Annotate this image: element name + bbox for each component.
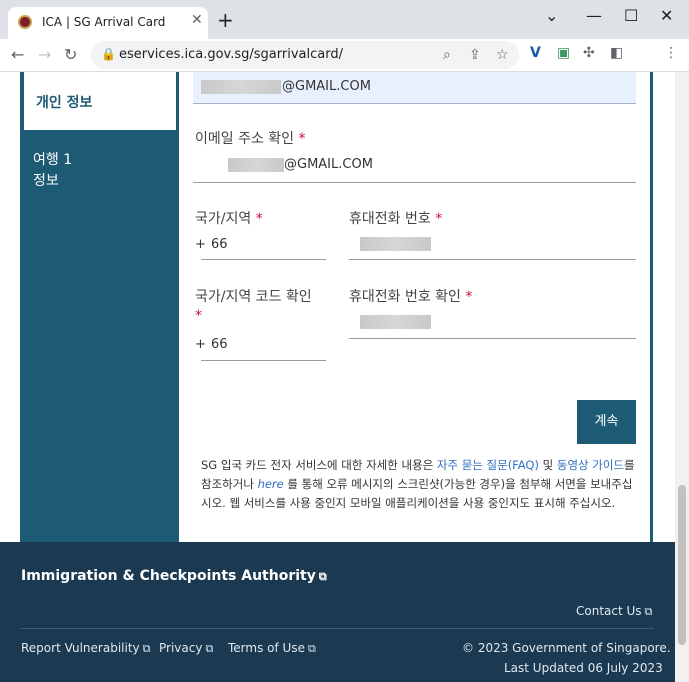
extensions-puzzle-icon[interactable]: ✣ — [583, 45, 595, 61]
email-value: @GMAIL.COM — [282, 79, 371, 94]
close-window-icon[interactable]: ✕ — [660, 6, 673, 25]
authority-link[interactable]: Immigration & Checkpoints Authority ⧉ — [21, 568, 327, 584]
tab-search-icon[interactable]: ⌄ — [545, 6, 558, 25]
scrollbar-thumb[interactable] — [678, 485, 686, 645]
zoom-icon[interactable]: ⌕ — [443, 47, 451, 63]
page-viewport: 개인 정보 여행 1 정보 @GMAIL.COM 이메일 주소 확인 * @GM… — [0, 72, 675, 682]
privacy-link[interactable]: Privacy ⧉ — [159, 641, 213, 656]
tab-title: ICA | SG Arrival Card — [42, 15, 166, 29]
confirm-email-value: @GMAIL.COM — [284, 157, 373, 172]
help-text-part: SG 입국 카드 전자 서비스에 대한 자세한 내용은 — [201, 458, 437, 472]
country-confirm-prefix: + — [195, 337, 206, 352]
footer: Immigration & Checkpoints Authority ⧉ Con… — [0, 542, 675, 682]
back-icon[interactable]: ← — [11, 45, 24, 64]
maximize-icon[interactable]: ☐ — [624, 6, 638, 25]
mobile-confirm-underline — [349, 338, 636, 339]
url-text[interactable]: eservices.ica.gov.sg/sgarrivalcard/ — [119, 47, 343, 62]
country-prefix: + — [195, 237, 206, 252]
footer-divider — [21, 628, 654, 629]
ica-favicon-icon — [18, 15, 32, 29]
share-icon[interactable]: ⇪ — [469, 47, 481, 63]
address-bar[interactable]: 🔒 eservices.ica.gov.sg/sgarrivalcard/ ⌕ … — [91, 41, 519, 69]
sidebar-item-label-line1: 여행 1 — [33, 152, 73, 168]
redacted-text — [201, 80, 281, 94]
country-confirm-value: 66 — [211, 337, 228, 352]
country-code-value: 66 — [211, 237, 228, 252]
external-link-icon: ⧉ — [307, 642, 316, 655]
reload-icon[interactable]: ↻ — [64, 45, 77, 64]
side-panel-icon[interactable]: ◧ — [610, 45, 623, 61]
external-link-icon: ⧉ — [644, 605, 653, 618]
sidebar-item-personal-info[interactable]: 개인 정보 — [24, 72, 176, 130]
sidebar-item-label-line2: 정보 — [33, 173, 59, 189]
external-link-icon: ⧉ — [142, 642, 151, 655]
mobile-label: 휴대전화 번호 * — [349, 211, 443, 227]
here-link[interactable]: here — [258, 477, 284, 491]
bookmark-star-icon[interactable]: ☆ — [496, 47, 509, 63]
minimize-icon[interactable]: — — [586, 6, 602, 25]
confirm-email-underline — [193, 182, 636, 183]
page-scrollbar[interactable] — [675, 72, 689, 682]
email-field[interactable]: @GMAIL.COM — [193, 72, 636, 104]
sidebar — [20, 72, 179, 542]
extension-app-icon[interactable]: ▣ — [557, 45, 570, 61]
redacted-text — [360, 237, 431, 251]
external-link-icon: ⧉ — [318, 570, 327, 583]
report-vulnerability-link[interactable]: Report Vulnerability ⧉ — [21, 641, 151, 656]
menu-kebab-icon[interactable]: ⋮ — [664, 45, 678, 61]
faq-link[interactable]: 자주 묻는 질문(FAQ) — [437, 458, 539, 472]
continue-button[interactable]: 계속 — [577, 400, 636, 444]
last-updated-text: Last Updated 06 July 2023 — [504, 661, 663, 675]
extension-v-icon[interactable]: V — [530, 45, 541, 61]
redacted-text — [228, 158, 284, 172]
country-label: 국가/지역 * — [195, 211, 263, 227]
browser-toolbar: ← → ↻ 🔒 eservices.ica.gov.sg/sgarrivalca… — [0, 39, 689, 72]
lock-icon[interactable]: 🔒 — [101, 47, 116, 61]
country-confirm-underline — [201, 360, 326, 361]
browser-tab[interactable]: ICA | SG Arrival Card ✕ — [8, 7, 208, 39]
country-confirm-required-mark: * — [195, 308, 202, 324]
forward-icon[interactable]: → — [38, 45, 51, 64]
country-code-underline — [201, 259, 326, 260]
copyright-text: © 2023 Government of Singapore. — [462, 641, 671, 655]
help-text-part: 및 — [538, 458, 557, 472]
contact-us-link[interactable]: Contact Us ⧉ — [576, 604, 652, 619]
video-guide-link[interactable]: 동영상 가이드 — [557, 458, 624, 472]
help-text: SG 입국 카드 전자 서비스에 대한 자세한 내용은 자주 묻는 질문(FAQ… — [201, 456, 637, 513]
external-link-icon: ⧉ — [205, 642, 214, 655]
tab-close-icon[interactable]: ✕ — [191, 12, 203, 28]
browser-tab-strip: ICA | SG Arrival Card ✕ + ⌄ — ☐ ✕ — [0, 0, 689, 39]
new-tab-button[interactable]: + — [217, 8, 234, 32]
content-border — [650, 72, 653, 542]
sidebar-item-label: 개인 정보 — [36, 95, 93, 111]
country-confirm-label: 국가/지역 코드 확인 — [195, 289, 312, 305]
mobile-underline — [349, 259, 636, 260]
confirm-email-label: 이메일 주소 확인 * — [195, 131, 306, 147]
terms-of-use-link[interactable]: Terms of Use ⧉ — [228, 641, 316, 656]
redacted-text — [360, 315, 431, 329]
mobile-confirm-label: 휴대전화 번호 확인 * — [349, 289, 473, 305]
sidebar-item-trip-1[interactable]: 여행 1 정보 — [33, 150, 72, 192]
